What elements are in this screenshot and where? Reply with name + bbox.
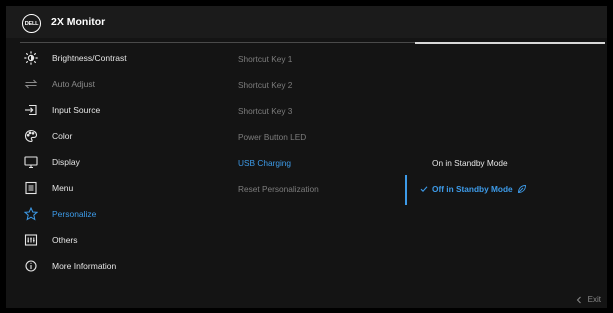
submenu-item-reset-personalization[interactable]: Reset Personalization xyxy=(238,184,319,194)
chevron-left-icon xyxy=(576,296,582,304)
menu-item-display[interactable]: Display xyxy=(18,152,218,172)
menu-item-others[interactable]: Others xyxy=(18,230,218,250)
input-source-icon xyxy=(24,103,38,117)
palette-icon xyxy=(24,129,38,143)
header-divider xyxy=(20,42,415,43)
submenu-item-usb-charging[interactable]: USB Charging xyxy=(238,158,291,168)
option-label: Off in Standby Mode xyxy=(432,184,513,194)
menu-item-auto-adjust[interactable]: Auto Adjust xyxy=(18,74,218,94)
menu-label: Brightness/Contrast xyxy=(52,53,127,63)
others-icon xyxy=(24,233,38,247)
menu-item-more-information[interactable]: More Information xyxy=(18,256,218,276)
osd-window: DELL 2X Monitor Brightness/Contrast Auto… xyxy=(6,6,607,308)
monitor-title: 2X Monitor xyxy=(51,16,106,28)
header-divider-highlight xyxy=(415,42,605,44)
brightness-icon xyxy=(24,51,38,65)
menu-label: Menu xyxy=(52,183,74,193)
menu-label: Input Source xyxy=(52,105,101,115)
check-icon xyxy=(420,185,428,193)
submenu-item-shortcut-key-1[interactable]: Shortcut Key 1 xyxy=(238,54,292,64)
submenu-item-power-button-led[interactable]: Power Button LED xyxy=(238,132,306,142)
menu-item-brightness-contrast[interactable]: Brightness/Contrast xyxy=(18,48,218,68)
option-on-in-standby-mode[interactable]: On in Standby Mode xyxy=(432,158,508,168)
menu-item-personalize[interactable]: Personalize xyxy=(18,204,218,224)
display-icon xyxy=(24,155,38,169)
star-icon xyxy=(24,207,38,221)
info-icon xyxy=(24,259,38,273)
menu-label: Color xyxy=(52,131,73,141)
menu-label: Display xyxy=(52,157,80,167)
dell-logo: DELL xyxy=(22,14,41,33)
option-off-in-standby-mode[interactable]: Off in Standby Mode xyxy=(420,184,527,194)
selection-indicator xyxy=(405,175,407,205)
submenu-item-shortcut-key-2[interactable]: Shortcut Key 2 xyxy=(238,80,292,90)
menu-icon xyxy=(24,181,38,195)
exit-button[interactable]: Exit xyxy=(576,295,601,304)
menu-label: Auto Adjust xyxy=(52,79,96,89)
header-bar: DELL 2X Monitor xyxy=(6,6,607,38)
exit-label: Exit xyxy=(587,295,601,304)
leaf-icon xyxy=(517,184,527,194)
menu-item-menu[interactable]: Menu xyxy=(18,178,218,198)
menu-item-input-source[interactable]: Input Source xyxy=(18,100,218,120)
auto-adjust-icon xyxy=(24,77,38,91)
menu-item-color[interactable]: Color xyxy=(18,126,218,146)
menu-label: More Information xyxy=(52,261,117,271)
menu-label: Personalize xyxy=(52,209,97,219)
submenu-item-shortcut-key-3[interactable]: Shortcut Key 3 xyxy=(238,106,292,116)
menu-label: Others xyxy=(52,235,78,245)
